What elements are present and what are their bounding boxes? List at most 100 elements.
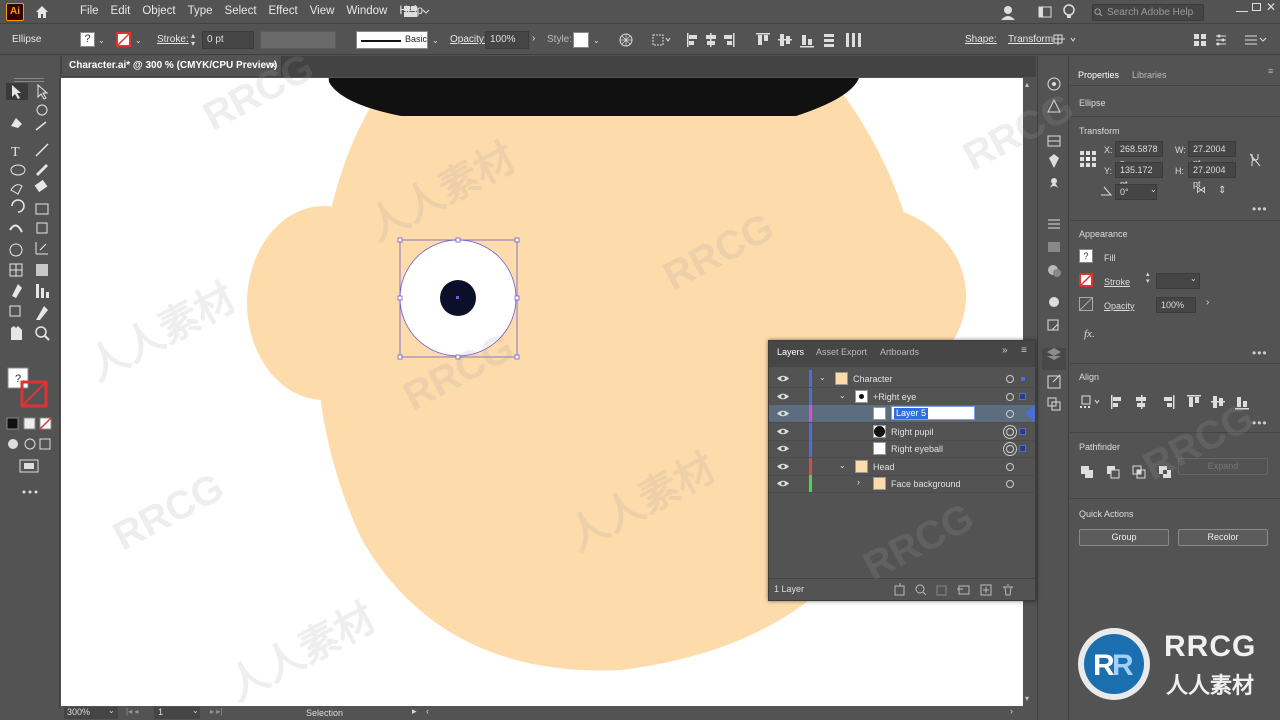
selection-indicator[interactable] — [1021, 377, 1025, 381]
chevron-down-icon[interactable]: ⌄ — [432, 36, 439, 45]
recolor-button[interactable]: Recolor — [1178, 529, 1268, 546]
selection-indicator[interactable] — [1019, 428, 1026, 435]
scroll-down-arrow[interactable]: ▾ — [1025, 694, 1029, 703]
scroll-right-arrow[interactable]: › — [1010, 706, 1013, 716]
more-options-icon[interactable]: ••• — [1252, 416, 1268, 430]
stroke-stepper-icon[interactable]: ▴ ▾ — [1146, 271, 1150, 285]
tab-properties[interactable]: Properties — [1078, 66, 1119, 84]
opacity-input[interactable]: 100% — [1156, 297, 1196, 313]
group-button[interactable]: Group — [1079, 529, 1169, 546]
maximize-button[interactable] — [1252, 3, 1261, 11]
target-circle-icon[interactable] — [1006, 480, 1014, 488]
opacity-label[interactable]: Opacity: — [450, 25, 487, 55]
menu-select[interactable]: Select — [219, 0, 263, 24]
chevron-down-icon[interactable]: ⌄ — [98, 36, 105, 45]
tab-libraries[interactable]: Libraries — [1132, 66, 1167, 84]
tab-artboards[interactable]: Artboards — [880, 347, 919, 357]
home-icon[interactable] — [34, 4, 50, 20]
search-help-input[interactable]: Search Adobe Help — [1092, 4, 1204, 21]
more-options-icon[interactable]: ••• — [1252, 202, 1268, 216]
chevron-down-icon[interactable]: ⌄ — [593, 36, 600, 45]
eye-icon[interactable] — [777, 444, 789, 453]
flip-vertical-icon[interactable]: ⇕ — [1218, 185, 1226, 196]
menu-type[interactable]: Type — [182, 0, 219, 24]
target-circle-icon[interactable] — [1006, 428, 1014, 436]
constrain-proportions-icon[interactable] — [1248, 152, 1262, 168]
fill-swatch[interactable]: ? — [80, 32, 95, 47]
stroke-label[interactable]: Stroke: — [157, 25, 189, 55]
selection-indicator[interactable] — [1019, 445, 1026, 452]
chevron-right-icon[interactable]: › — [1206, 297, 1209, 308]
fill-swatch[interactable]: ? — [1079, 249, 1093, 263]
tab-asset-export[interactable]: Asset Export — [816, 347, 867, 357]
height-input[interactable]: 27.2004 pt — [1188, 162, 1236, 189]
recolor-artwork-icon[interactable] — [619, 33, 633, 47]
menu-window[interactable]: Window — [340, 0, 393, 24]
target-circle-icon[interactable] — [1006, 410, 1014, 418]
target-circle-icon[interactable] — [1006, 445, 1014, 453]
chevron-down-icon[interactable]: ⌄ — [192, 706, 199, 715]
chevron-right-icon[interactable]: › — [857, 477, 860, 487]
align-to-icon[interactable] — [652, 33, 672, 47]
opacity-label[interactable]: Opacity — [1104, 301, 1135, 311]
eye-icon[interactable] — [777, 392, 789, 401]
target-circle-icon[interactable] — [1006, 393, 1014, 401]
align-buttons-icon[interactable] — [686, 32, 870, 48]
arrange-icon[interactable] — [1193, 33, 1207, 47]
layers-footer-icons[interactable] — [893, 583, 1023, 597]
document-tab[interactable]: Character.ai* @ 300 % (CMYK/CPU Preview)… — [62, 56, 282, 76]
scroll-up-arrow[interactable]: ▴ — [1025, 80, 1029, 89]
workspace-switcher-icon[interactable] — [404, 5, 432, 19]
align-buttons-icon[interactable] — [1079, 394, 1273, 410]
layer-name[interactable]: Head — [873, 461, 895, 473]
chevron-down-icon[interactable]: ⌄ — [819, 373, 826, 382]
tab-layers[interactable]: Layers — [777, 347, 804, 357]
menu-object[interactable]: Object — [136, 0, 181, 24]
layer-row[interactable]: Right eyeball — [769, 440, 1035, 458]
menu-effect[interactable]: Effect — [263, 0, 304, 24]
tool-icons[interactable]: T ? — [0, 78, 60, 548]
stroke-stepper-icon[interactable]: ▴ ▾ — [191, 32, 195, 48]
layer-name[interactable]: +Right eye — [873, 391, 916, 403]
properties-toggle-icon[interactable] — [1214, 33, 1228, 47]
shape-label[interactable]: Shape: — [965, 25, 997, 55]
minimize-button[interactable] — [1236, 2, 1248, 12]
menu-edit[interactable]: Edit — [105, 0, 137, 24]
layer-name[interactable]: Right pupil — [891, 426, 934, 438]
target-circle-icon[interactable] — [1006, 375, 1014, 383]
stroke-swatch[interactable] — [116, 32, 131, 47]
close-window-button[interactable]: ✕ — [1266, 0, 1276, 14]
menu-view[interactable]: View — [304, 0, 341, 24]
stroke-label[interactable]: Stroke — [1104, 277, 1130, 287]
account-icon[interactable] — [1000, 4, 1016, 20]
first-artboard-icon[interactable]: |◂ ◂ — [126, 707, 138, 716]
layer-row[interactable]: ⌄ Character — [769, 370, 1035, 388]
target-circle-icon[interactable] — [1006, 463, 1014, 471]
variable-width-profile[interactable] — [260, 31, 336, 49]
pathfinder-buttons-icon[interactable] — [1079, 464, 1179, 480]
brush-definition[interactable]: Basic — [356, 31, 428, 49]
close-tab-button[interactable]: × — [270, 56, 276, 76]
chevron-down-icon[interactable]: ⌄ — [1150, 185, 1157, 194]
fx-button[interactable]: fx. — [1084, 328, 1095, 340]
chevron-right-icon[interactable]: › — [532, 33, 535, 44]
chevron-down-icon[interactable]: ⌄ — [135, 36, 142, 45]
reference-point-icon[interactable] — [1079, 150, 1097, 168]
layer-row[interactable]: ⌄ Head — [769, 458, 1035, 476]
layer-name[interactable]: Character — [853, 373, 893, 385]
transform-options-icon[interactable] — [1053, 33, 1079, 47]
expand-button[interactable]: Expand — [1178, 458, 1268, 475]
layer-rename-input[interactable]: Layer 5 — [891, 406, 975, 420]
layer-name[interactable]: Right eyeball — [891, 443, 943, 455]
more-options-icon[interactable]: ••• — [1252, 346, 1268, 360]
eye-icon[interactable] — [777, 427, 789, 436]
layer-row-selected[interactable]: Layer 5 — [769, 405, 1035, 423]
layer-row[interactable]: Right pupil — [769, 423, 1035, 441]
panel-menu-icon[interactable]: ≡ — [1021, 345, 1027, 356]
lightbulb-icon[interactable] — [1062, 4, 1076, 20]
status-menu-arrow[interactable]: ▸ — [412, 706, 417, 717]
layer-name[interactable]: Face background — [891, 478, 961, 490]
eye-icon[interactable] — [777, 409, 789, 418]
next-artboard-icon[interactable]: ▸ ▸| — [210, 707, 222, 716]
layer-row[interactable]: ⌄ +Right eye — [769, 388, 1035, 406]
